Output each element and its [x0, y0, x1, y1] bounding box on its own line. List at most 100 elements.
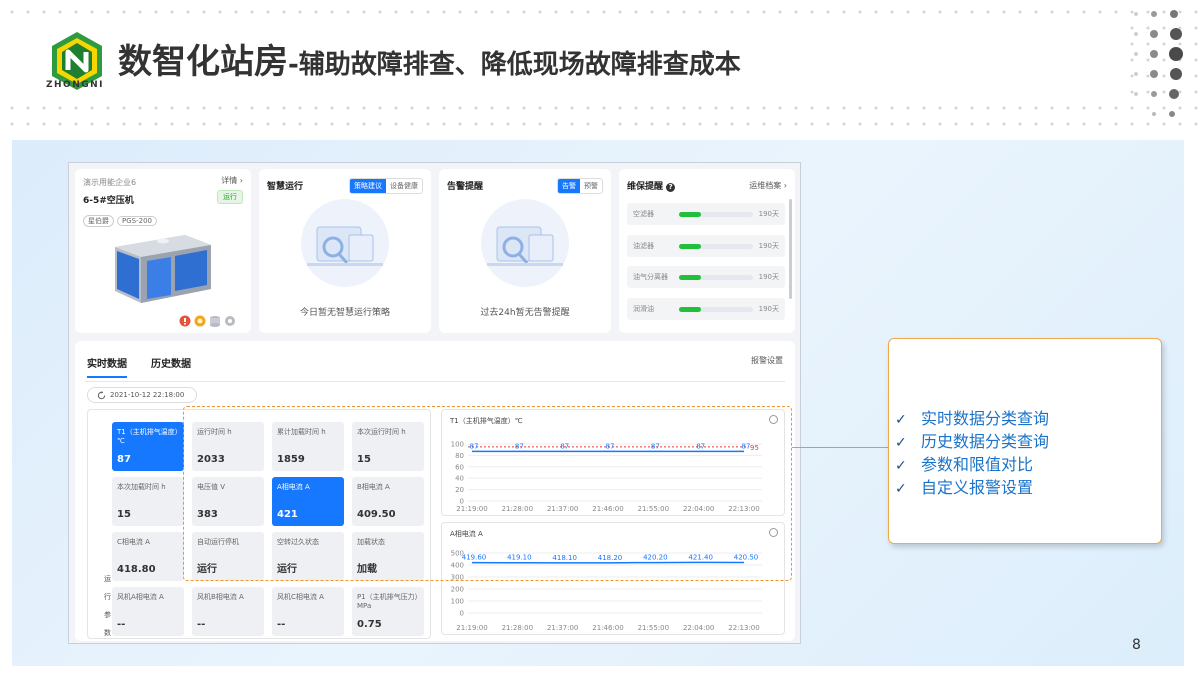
- param-value: 418.80: [117, 564, 156, 575]
- param-label: 风机A相电流 A: [117, 593, 164, 601]
- side-label-1: 运: [104, 575, 111, 583]
- card-title: 告警提醒: [447, 182, 484, 192]
- check-icon: ✓: [895, 435, 907, 451]
- x-tick-label: 21:46:00: [592, 624, 623, 632]
- maint-row: 润滑油 190天: [627, 298, 785, 320]
- device-badges: [179, 315, 236, 327]
- maintenance-records-link[interactable]: 运维档案 ›: [749, 180, 787, 191]
- param-label: T1（主机排气温度）℃: [117, 428, 179, 445]
- status-badge: 运行: [217, 190, 243, 204]
- param-label: 风机C相电流 A: [277, 593, 324, 601]
- tab-health[interactable]: 设备健康: [386, 179, 422, 193]
- param-cell[interactable]: C相电流 A 418.80: [112, 532, 184, 581]
- param-value: 87: [117, 454, 131, 465]
- company-name: 演示用能企业6: [83, 178, 137, 187]
- maint-row: 空滤器 190天: [627, 203, 785, 225]
- side-label-3: 参: [104, 611, 111, 619]
- feature-callout: ✓ 实时数据分类查询 ✓ 历史数据分类查询 ✓ 参数和限值对比 ✓ 自定义报警设置: [888, 338, 1162, 544]
- device-card[interactable]: 演示用能企业6 详情 › 运行 6-5#空压机 星伯爵 PGS-200: [75, 169, 251, 333]
- feature-item: ✓ 历史数据分类查询: [895, 430, 1049, 453]
- empty-state-icon: [481, 199, 569, 287]
- air-compressor-image: [115, 235, 211, 303]
- database-icon: [210, 316, 220, 327]
- tab-realtime[interactable]: 实时数据: [87, 355, 127, 378]
- slide: ZHONGNI 数智化站房-辅助故障排查、降低现场故障排查成本 演示用能企业6 …: [0, 0, 1200, 675]
- param-label: 本次加载时间 h: [117, 483, 166, 491]
- smart-operation-card: 智慧运行 策略建议 设备健康 今日暂无智慧运行策略: [259, 169, 431, 333]
- y-tick-label: 200: [451, 586, 464, 594]
- decorative-dots-icon: [1134, 10, 1183, 117]
- param-cell[interactable]: 风机B相电流 A --: [192, 587, 264, 636]
- side-label-4: 数: [104, 629, 111, 637]
- param-value: --: [117, 619, 126, 630]
- card-title: 维保提醒 ?: [627, 179, 676, 192]
- help-icon[interactable]: ?: [666, 183, 676, 192]
- divider: [85, 381, 785, 382]
- tag-brand: 星伯爵: [83, 215, 114, 227]
- empty-message: 过去24h暂无告警提醒: [480, 308, 570, 318]
- tab-warning[interactable]: 预警: [580, 179, 602, 193]
- timestamp: 2021-10-12 22:18:00: [110, 391, 185, 399]
- param-value: 15: [117, 509, 131, 520]
- x-tick-label: 22:13:00: [728, 624, 759, 632]
- x-tick-label: 21:55:00: [638, 624, 669, 632]
- param-cell[interactable]: 风机A相电流 A --: [112, 587, 184, 636]
- check-icon: ✓: [895, 481, 907, 497]
- alarm-tabs: 告警 预警: [557, 178, 603, 194]
- device-name: 6-5#空压机: [83, 196, 134, 206]
- param-value: 0.75: [357, 619, 382, 630]
- x-tick-label: 22:04:00: [683, 624, 714, 632]
- y-tick-label: 100: [451, 598, 464, 606]
- alarm-settings-link[interactable]: 报警设置: [751, 355, 783, 366]
- highlight-box: [183, 406, 792, 581]
- tab-strategy[interactable]: 策略建议: [350, 179, 386, 193]
- maint-row: 油气分离器 190天: [627, 266, 785, 288]
- y-tick-label: 0: [460, 610, 464, 618]
- check-icon: ✓: [895, 412, 907, 428]
- maintenance-card: 维保提醒 ? 运维档案 › 空滤器 190天 油滤器 190天 油气分离器 190天 …: [619, 169, 795, 333]
- chevron-right-icon: ›: [239, 176, 243, 185]
- title-main: 数智化站房: [118, 42, 288, 82]
- detail-link[interactable]: 详情 ›: [221, 175, 243, 186]
- title-sub: -辅助故障排查、降低现场故障排查成本: [288, 50, 741, 80]
- param-label: P1（主机排气压力）MPa: [357, 593, 419, 610]
- chevron-right-icon: ›: [783, 181, 787, 190]
- feature-list: ✓ 实时数据分类查询 ✓ 历史数据分类查询 ✓ 参数和限值对比 ✓ 自定义报警设置: [895, 407, 1049, 499]
- callout-connector: [792, 447, 888, 448]
- param-value: --: [277, 619, 286, 630]
- page-number: 8: [1132, 637, 1141, 653]
- param-cell[interactable]: 本次加载时间 h 15: [112, 477, 184, 526]
- shield-warning-icon: [179, 315, 191, 327]
- param-label: C相电流 A: [117, 538, 150, 546]
- tab-alarm[interactable]: 告警: [558, 179, 580, 193]
- tag-model: PGS-200: [117, 216, 157, 226]
- empty-state-icon: [301, 199, 389, 287]
- alarm-card: 告警提醒 告警 预警 过去24h暂无告警提醒: [439, 169, 611, 333]
- side-label-2: 行: [104, 593, 111, 601]
- check-icon: ✓: [895, 458, 907, 474]
- feature-item: ✓ 实时数据分类查询: [895, 407, 1049, 430]
- param-value: --: [197, 619, 206, 630]
- feature-item: ✓ 自定义报警设置: [895, 476, 1049, 499]
- card-title: 智慧运行: [267, 182, 304, 192]
- logo-text: ZHONGNI: [46, 80, 105, 90]
- x-tick-label: 21:37:00: [547, 624, 578, 632]
- tab-history[interactable]: 历史数据: [151, 355, 191, 370]
- refresh-icon: [97, 391, 106, 400]
- timestamp-pill[interactable]: 2021-10-12 22:18:00: [87, 387, 197, 403]
- feature-item: ✓ 参数和限值对比: [895, 453, 1049, 476]
- param-cell[interactable]: 风机C相电流 A --: [272, 587, 344, 636]
- maint-row: 油滤器 190天: [627, 235, 785, 257]
- smart-tabs: 策略建议 设备健康: [349, 178, 423, 194]
- x-tick-label: 21:19:00: [456, 624, 487, 632]
- param-cell[interactable]: P1（主机排气压力）MPa 0.75: [352, 587, 424, 636]
- device-tags: 星伯爵 PGS-200: [83, 208, 160, 227]
- x-tick-label: 21:28:00: [502, 624, 533, 632]
- page-title: 数智化站房-辅助故障排查、降低现场故障排查成本: [118, 34, 741, 83]
- gear-icon[interactable]: [224, 315, 236, 327]
- param-label: 风机B相电流 A: [197, 593, 244, 601]
- empty-message: 今日暂无智慧运行策略: [299, 308, 390, 318]
- scrollbar[interactable]: [789, 199, 792, 299]
- medal-icon: [194, 315, 206, 327]
- param-cell[interactable]: T1（主机排气温度）℃ 87: [112, 422, 184, 471]
